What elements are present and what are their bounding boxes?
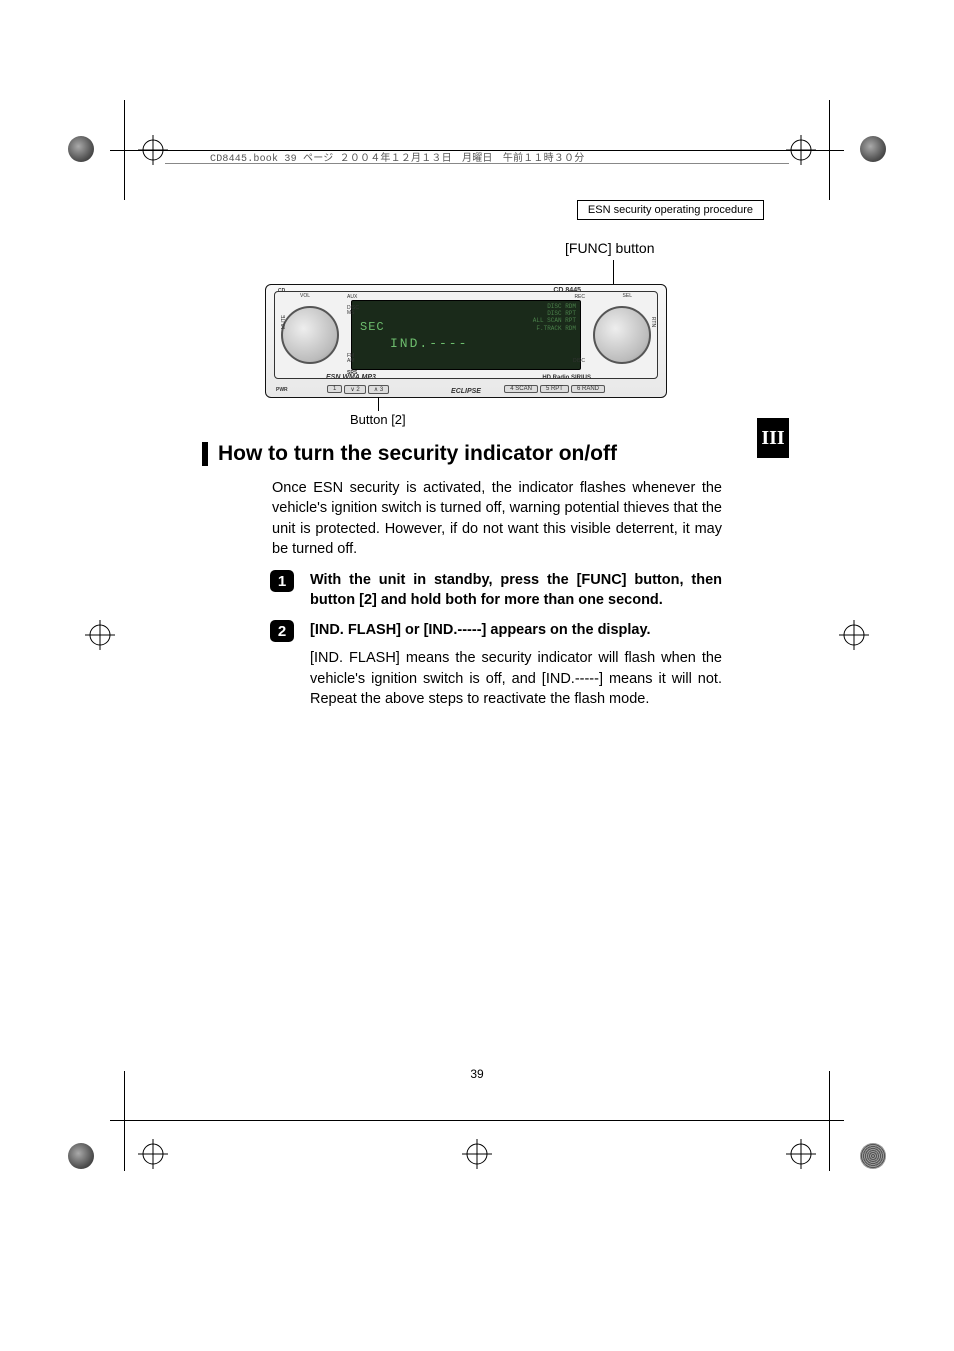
label-mute: MUTE <box>281 315 287 329</box>
label-disc2: DISC <box>573 358 585 364</box>
label-rtn: RTN <box>650 317 656 327</box>
label-fm-am: FM AM <box>347 354 355 364</box>
crop-line <box>124 1071 125 1171</box>
select-knob <box>593 306 651 364</box>
step-badge: 2 <box>270 620 294 642</box>
breadcrumb: ESN security operating procedure <box>577 200 764 220</box>
step-heading: [IND. FLASH] or [IND.-----] appears on t… <box>310 620 722 640</box>
label-cd: CD <box>278 288 285 294</box>
registration-mark-icon <box>138 1139 168 1169</box>
label-aux: AUX <box>347 294 357 300</box>
display-indicators: DISC RDM DISC RPT ALL SCAN RPT F.TRACK R… <box>533 303 576 332</box>
step-2: 2 [IND. FLASH] or [IND.-----] appears on… <box>272 620 722 709</box>
section-heading: How to turn the security indicator on/of… <box>202 442 754 466</box>
heading-bar-icon <box>202 442 208 466</box>
stereo-display: SEC IND.---- DISC RDM DISC RPT ALL SCAN … <box>351 300 581 370</box>
stereo-inner: VOL SEL MUTE RTN SEC IND.---- DISC RDM D… <box>274 291 658 379</box>
preset-1: 1 <box>327 385 342 393</box>
callout-button-2: Button [2] <box>350 412 406 427</box>
callout-func-button: [FUNC] button <box>565 240 654 256</box>
brand-label: ECLIPSE <box>451 388 481 395</box>
preset-4: 4 SCAN <box>504 385 538 393</box>
step-1: 1 With the unit in standby, press the [F… <box>272 570 722 611</box>
step-heading: With the unit in standby, press the [FUN… <box>310 570 722 611</box>
preset-5: 5 RPT <box>540 385 569 393</box>
corner-sphere-icon <box>860 1143 886 1169</box>
crop-line <box>110 1120 844 1121</box>
registration-mark-icon <box>462 1139 492 1169</box>
callout-line <box>613 260 614 284</box>
section-tab: III <box>757 418 789 458</box>
corner-sphere-icon <box>68 1143 94 1169</box>
crop-line <box>124 100 125 200</box>
volume-knob <box>281 306 339 364</box>
corner-sphere-icon <box>860 136 886 162</box>
preset-2: ∨ 2 <box>344 385 365 394</box>
label-rec: REC <box>574 294 585 300</box>
manual-page: CD8445.book 39 ページ ２００４年１２月１３日 月曜日 午前１１時… <box>50 40 904 1311</box>
label-sel: SEL <box>623 293 632 299</box>
page-number: 39 <box>470 1067 483 1081</box>
crop-line <box>829 1071 830 1171</box>
preset-6: 6 RAND <box>571 385 605 393</box>
header-page-info: CD8445.book 39 ページ ２００４年１２月１３日 月曜日 午前１１時… <box>210 149 584 165</box>
registration-mark-icon <box>85 620 115 650</box>
label-pwr: PWR <box>276 387 288 393</box>
stereo-illustration: CD 8445 VOL SEL MUTE RTN SEC IND.---- DI… <box>265 284 667 398</box>
esn-badge: ESN WMA MP3 <box>326 374 376 381</box>
preset-3: ∧ 3 <box>368 385 389 394</box>
registration-mark-icon <box>786 1139 816 1169</box>
step-body: [IND. FLASH] means the security indicato… <box>310 648 722 709</box>
corner-sphere-icon <box>68 136 94 162</box>
registration-mark-icon <box>839 620 869 650</box>
page-title: How to turn the security indicator on/of… <box>218 442 617 466</box>
hd-badge: HD Radio SIRIUS <box>542 375 591 381</box>
display-line-ind: IND.---- <box>360 336 572 351</box>
intro-paragraph: Once ESN security is activated, the indi… <box>272 478 722 559</box>
label-disc: DISCMS <box>347 306 359 316</box>
callout-line <box>378 397 379 411</box>
step-badge: 1 <box>270 570 294 592</box>
label-vol: VOL <box>300 293 310 299</box>
crop-line <box>829 100 830 200</box>
